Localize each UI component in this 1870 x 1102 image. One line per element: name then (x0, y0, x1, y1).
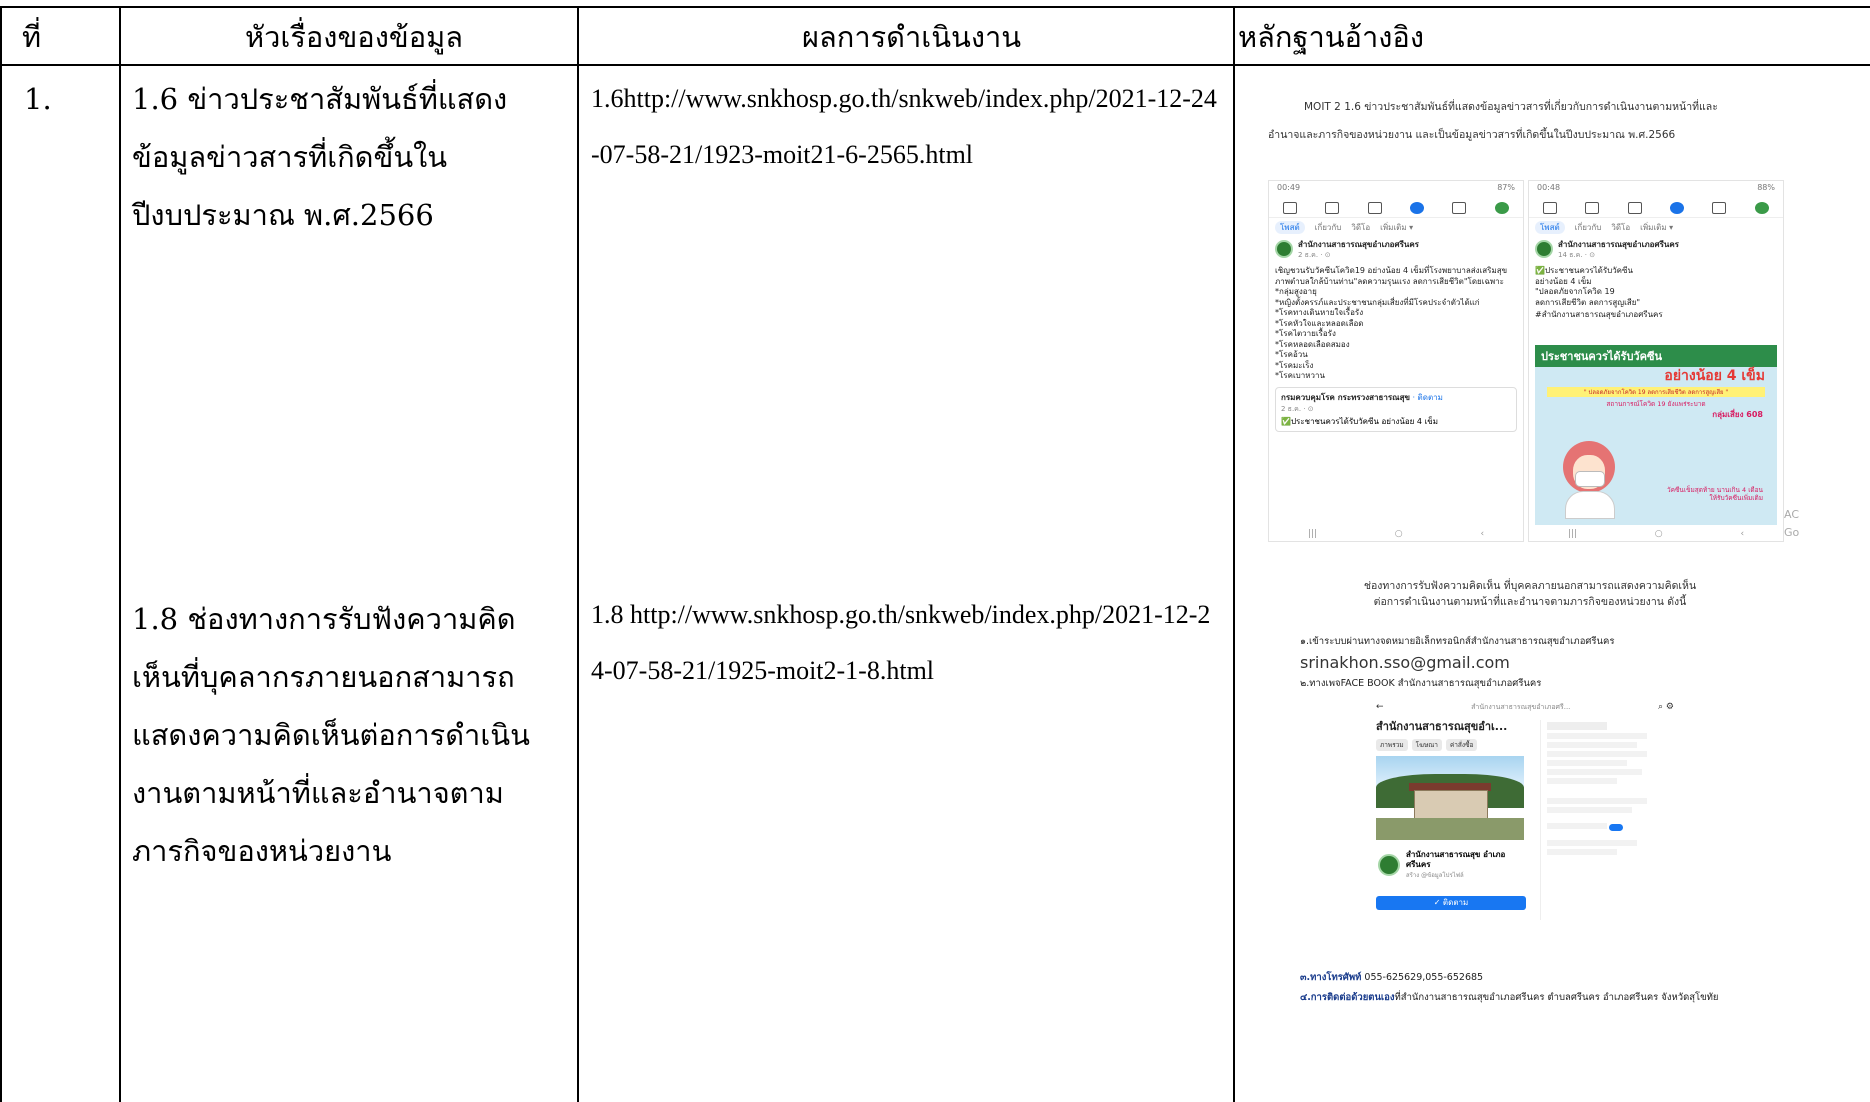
evidence-1-6-caption-1: MOIT 2 1.6 ข่าวประชาสัมพันธ์ที่แสดงข้อมู… (1304, 101, 1718, 113)
evidence-1-8-title-2: ต่อการดำเนินงานตามหน้าที่และอำนาจตามภารก… (1373, 596, 1687, 608)
column-divider-3 (577, 6, 579, 1102)
result-link-1-8[interactable]: 1.8 http://www.snkhosp.go.th/snkweb/inde… (591, 587, 1221, 699)
profile-icon (1410, 202, 1425, 214)
fb-follow-button: ✓ ติดตาม (1376, 896, 1526, 910)
profile-logo-icon (1378, 854, 1400, 876)
status-battery: 88% (1757, 183, 1775, 192)
data-table: ที่ หัวเรื่องของข้อมูล ผลการดำเนินงาน หล… (0, 0, 1870, 1102)
notification-icon (1712, 202, 1727, 214)
status-time: 00:48 (1537, 183, 1561, 192)
post-date: 14 ธ.ค. · ⊙ (1558, 251, 1596, 259)
page-logo-icon (1535, 240, 1553, 258)
header-col-result: ผลการดำเนินงาน (802, 20, 1022, 54)
poster-yellow-band: " ปลอดภัยจากโควิด 19 ลดการเสียชีวิต ลดกา… (1547, 387, 1765, 397)
page-name: สำนักงานสาธารณสุขอำเภอศรีนคร (1558, 240, 1679, 249)
page-logo-icon (1275, 240, 1293, 258)
tab-more: เพิ่มเติม ▾ (1380, 223, 1414, 232)
tab-more: เพิ่มเติม ▾ (1640, 223, 1674, 232)
phone-screenshot-left: 00:49 87% โพสต์ เกี่ยวกับ วิดีโอ เพิ่มเติ… (1268, 180, 1524, 542)
evidence-1-8-item-3: ๓.ทางโทรศัพท์ 055-625629,055-652685 (1300, 970, 1483, 986)
post-text: เชิญชวนรับวัคซีนโควิด19 อย่างน้อย 4 เข็ม… (1275, 266, 1508, 380)
fb-btn-orders: ค่าสั่งซื้อ (1445, 739, 1478, 751)
item-4-label: ๔.การติดต่อด้วยตนเอง (1300, 992, 1395, 1003)
shared-follow: · ติดตาม (1412, 392, 1443, 402)
search-icon: ⌕ (1657, 702, 1664, 712)
facebook-page-screenshot: ← สำนักงานสาธารณสุขอำเภอศรี... ⌕ ⚙ สำนักงา… (1370, 700, 1680, 930)
topic-1-6: 1.6 ข่าวประชาสัมพันธ์ที่แสดงข้อมูลข่าวสา… (132, 82, 508, 232)
android-nav-bar: ||| ○ ‹ (1307, 529, 1485, 539)
page-name: สำนักงานสาธารณสุขอำเภอศรีนคร (1298, 240, 1419, 249)
post-hashtag: #สำนักงานสาธารณสุขอำเภอศรีนคร (1535, 310, 1663, 319)
header-bottom-border (0, 64, 1870, 66)
back-arrow-icon: ← (1376, 702, 1384, 712)
tab-posts: โพสต์ (1275, 221, 1305, 234)
android-nav-bar: ||| ○ ‹ (1567, 529, 1745, 539)
phone-numbers: 055-625629,055-652685 (1364, 972, 1484, 983)
column-divider-4 (1233, 6, 1235, 1102)
evidence-1-8-item-1: ๑.เข้าระบบผ่านทางจดหมายอิเล็กทรอนิกส์สำน… (1300, 636, 1615, 647)
post-date: 2 ธ.ค. · ⊙ (1298, 251, 1331, 259)
row-number: 1. (24, 82, 52, 116)
tab-about: เกี่ยวกับ (1314, 223, 1342, 232)
post-text: ✅ประชาชนควรได้รับวัคซีน อย่างน้อย 4 เข็ม… (1535, 266, 1641, 307)
notification-icon (1452, 202, 1467, 214)
fb-btn-overview: ภาพรวม (1376, 739, 1408, 751)
poster-group-text: กลุ่มเสี่ยง 608 (1712, 410, 1763, 419)
item-3-label: ๓.ทางโทรศัพท์ (1300, 972, 1362, 983)
megaphone-icon (1367, 202, 1382, 214)
column-divider-1 (0, 6, 2, 1102)
tab-video: วิดีโอ (1351, 223, 1371, 232)
profile-icon (1670, 202, 1685, 214)
result-link-1-6[interactable]: 1.6http://www.snkhosp.go.th/snkweb/index… (591, 71, 1221, 183)
topic-1-8: 1.8 ช่องทางการรับฟังความคิดเห็นที่บุคลาก… (132, 602, 530, 868)
gear-icon: ⚙ (1665, 702, 1674, 712)
shared-date: 2 ธ.ค. · ⊙ (1281, 404, 1314, 413)
megaphone-icon (1627, 202, 1642, 214)
shared-text: ✅ประชาชนควรได้รับวัคซีน อย่างน้อย 4 เข็ม (1281, 416, 1438, 426)
avatar-icon (1754, 202, 1769, 214)
status-battery: 87% (1497, 183, 1515, 192)
header-col-no: ที่ (22, 20, 42, 54)
fb-profile-name: สำนักงานสาธารณสุข อำเภอศรีนคร (1406, 850, 1506, 869)
toggle-switch (1608, 824, 1623, 831)
evidence-1-8: ช่องทางการรับฟังความคิดเห็น ที่บุคคลภายน… (1300, 578, 1760, 1018)
poster-title: ประชาชนควรได้รับวัคซีน (1535, 345, 1777, 367)
home-icon (1543, 202, 1558, 214)
evidence-1-8-item-2: ๒.ทางเพจFACE BOOK สำนักงานสาธารณสุขอำเภอ… (1300, 678, 1542, 689)
office-building-photo (1376, 756, 1524, 840)
contact-email: srinakhon.sso@gmail.com (1300, 653, 1510, 672)
header-col-topic: หัวเรื่องของข้อมูล (245, 20, 463, 54)
evidence-1-8-item-4: ๔.การติดต่อด้วยตนเองที่สำนักงานสาธารณสุข… (1300, 990, 1719, 1006)
fb-profile-sub: สร้าง @ข้อมูลโปรไฟล์ (1406, 872, 1464, 879)
table-top-border (0, 6, 1870, 8)
tab-about: เกี่ยวกับ (1574, 223, 1602, 232)
poster-big-text: อย่างน้อย 4 เข็ม (1664, 368, 1765, 384)
header-col-evidence: หลักฐานอ้างอิง (1238, 20, 1424, 54)
office-address: ที่สำนักงานสาธารณสุขอำเภอศรีนคร ตำบลศรีน… (1394, 992, 1719, 1003)
status-time: 00:49 (1277, 183, 1301, 192)
shared-page-name: กรมควบคุมโรค กระทรวงสาธารณสุข (1281, 392, 1410, 402)
evidence-1-6: MOIT 2 1.6 ข่าวประชาสัมพันธ์ที่แสดงข้อมู… (1268, 98, 1799, 542)
watermark-text: AC Go (1784, 508, 1800, 539)
vaccine-poster: ประชาชนควรได้รับวัคซีน อย่างน้อย 4 เข็ม … (1535, 345, 1777, 525)
video-icon (1585, 202, 1600, 214)
nurse-illustration (1555, 437, 1625, 519)
phone-screenshot-right: 00:48 88% โพสต์ เกี่ยวกับ วิดีโอ เพิ่มเติ… (1528, 180, 1784, 542)
tab-posts: โพสต์ (1535, 221, 1565, 234)
evidence-1-8-title-1: ช่องทางการรับฟังความคิดเห็น ที่บุคคลภายน… (1363, 580, 1697, 592)
fb-settings-side-panel (1540, 720, 1677, 920)
home-icon (1283, 202, 1298, 214)
avatar-icon (1494, 202, 1509, 214)
column-divider-2 (119, 6, 121, 1102)
evidence-1-6-caption-2: อำนาจและภารกิจของหน่วยงาน และเป็นข้อมูลข… (1268, 129, 1676, 141)
poster-bottom-text: วัคซีนเข็มสุดท้าย นานเกิน 4 เดือน ให้รับ… (1667, 486, 1763, 502)
fb-btn-ads: โฆษณา (1411, 739, 1442, 751)
shared-post-card: กรมควบคุมโรค กระทรวงสาธารณสุข · ติดตาม 2… (1275, 386, 1517, 432)
tab-video: วิดีโอ (1611, 223, 1631, 232)
video-icon (1325, 202, 1340, 214)
poster-red-text: สถานการณ์โควิด 19 ยังแพร่ระบาด (1606, 400, 1706, 408)
